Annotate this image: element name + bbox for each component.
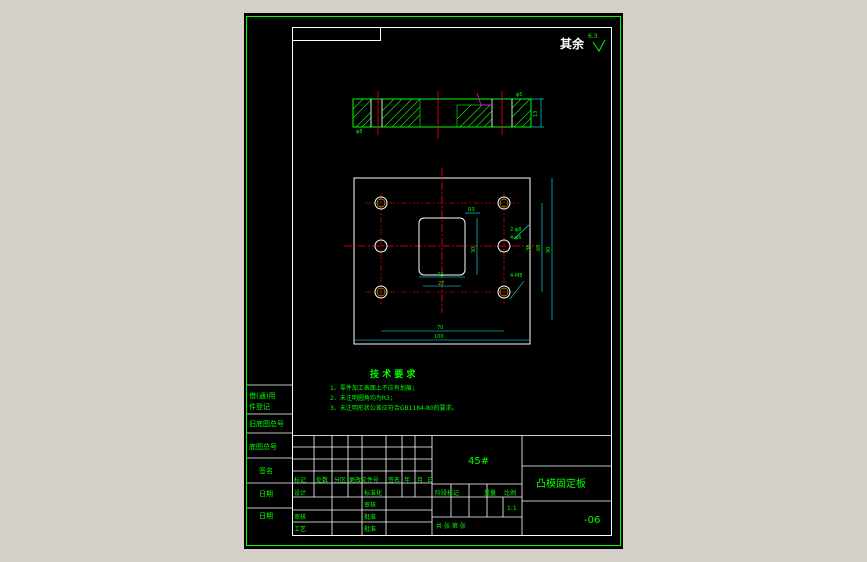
- strip-label: 日期: [259, 490, 273, 498]
- header-cell: 标记: [294, 476, 306, 484]
- header-cell: 年: [404, 476, 410, 484]
- section-view: 13 φ8 φ5: [352, 91, 544, 139]
- surface-note: 其余: [560, 36, 585, 51]
- drawing-number: -06: [584, 515, 600, 526]
- stage-header: 重量: [484, 489, 496, 497]
- role-mid: 审核: [364, 501, 376, 509]
- role-label: 设计: [294, 489, 306, 497]
- header-cell: 处数: [316, 476, 328, 484]
- plan-view: R3 42 27 30 70 100 90 60 38 2-φ8 4-φ6 4-…: [344, 168, 553, 345]
- technical-requirements: 技 术 要 求 1、零件加工表面上不应有划痕； 2、未注明圆角均为R3； 3、未…: [330, 368, 458, 412]
- header-cell: 更改文件号: [349, 476, 379, 484]
- material-label: 45#: [468, 456, 489, 467]
- roughness-symbol-icon: [592, 39, 606, 52]
- dim-inner-width2: 27: [438, 281, 444, 287]
- strip-label: 日期: [259, 512, 273, 520]
- cad-viewport: 其余 6.3 13 φ8 φ5 R3 42 27 30 70 100 90 60…: [0, 0, 867, 562]
- section-left-label: φ8: [356, 129, 362, 135]
- tech-req-title: 技 术 要 求: [370, 368, 416, 380]
- dim-inner-height: 30: [471, 247, 477, 253]
- drawing-number-box: [292, 27, 381, 41]
- strip-label: 底图总号: [249, 442, 277, 451]
- role-label: 审核: [294, 513, 306, 521]
- strip-label: 签名: [259, 466, 273, 475]
- section-right-label: φ5: [516, 92, 522, 98]
- tech-req-item: 1、零件加工表面上不应有划痕；: [330, 384, 418, 392]
- role-mid: 批准: [364, 525, 376, 533]
- header-cell: 签名: [388, 476, 400, 484]
- tech-req-item: 3、未注明形状公差应符合GB1184-80的要求。: [330, 404, 458, 412]
- dim-hole-note: 4-φ6: [510, 235, 521, 241]
- stage-header: 阶段标记: [435, 489, 459, 497]
- dim-inner-width: 42: [437, 272, 443, 278]
- tech-req-item: 2、未注明圆角均为R3；: [330, 394, 396, 402]
- stage-header: 比例: [504, 489, 516, 497]
- roughness-value: 6.3: [588, 33, 598, 40]
- part-name: 凸模固定板: [536, 477, 586, 490]
- dim-bottom-holes: 70: [437, 325, 443, 331]
- dim-thread-note2: 4-M8: [510, 273, 522, 279]
- dim-thread-note: 2-φ8: [510, 227, 521, 233]
- role-label: 工艺: [294, 525, 306, 533]
- role-mid: 批准: [364, 513, 376, 521]
- dim-corner-radius: R3: [468, 207, 475, 213]
- strip-label: 旧底图总号: [249, 419, 284, 428]
- dim-right-mid: 38: [526, 245, 532, 251]
- strip-label: 借(通)用: [249, 391, 275, 400]
- strip-label: 件登记: [249, 402, 270, 411]
- sheet-count: 共 张 第 张: [436, 522, 466, 530]
- dim-right-outer: 90: [546, 247, 552, 253]
- dim-right-holes: 60: [536, 245, 542, 251]
- header-cell: 月: [417, 477, 423, 484]
- dim-bottom-outer: 100: [434, 334, 444, 340]
- drawing-sheet: 其余 6.3 13 φ8 φ5 R3 42 27 30 70 100 90 60…: [244, 13, 623, 549]
- section-height-label: 13: [533, 111, 539, 117]
- scale-value: 1:1: [507, 505, 517, 512]
- header-cell: 分区: [334, 476, 346, 484]
- header-cell: 日: [427, 477, 433, 484]
- role-mid: 标准化: [364, 489, 382, 497]
